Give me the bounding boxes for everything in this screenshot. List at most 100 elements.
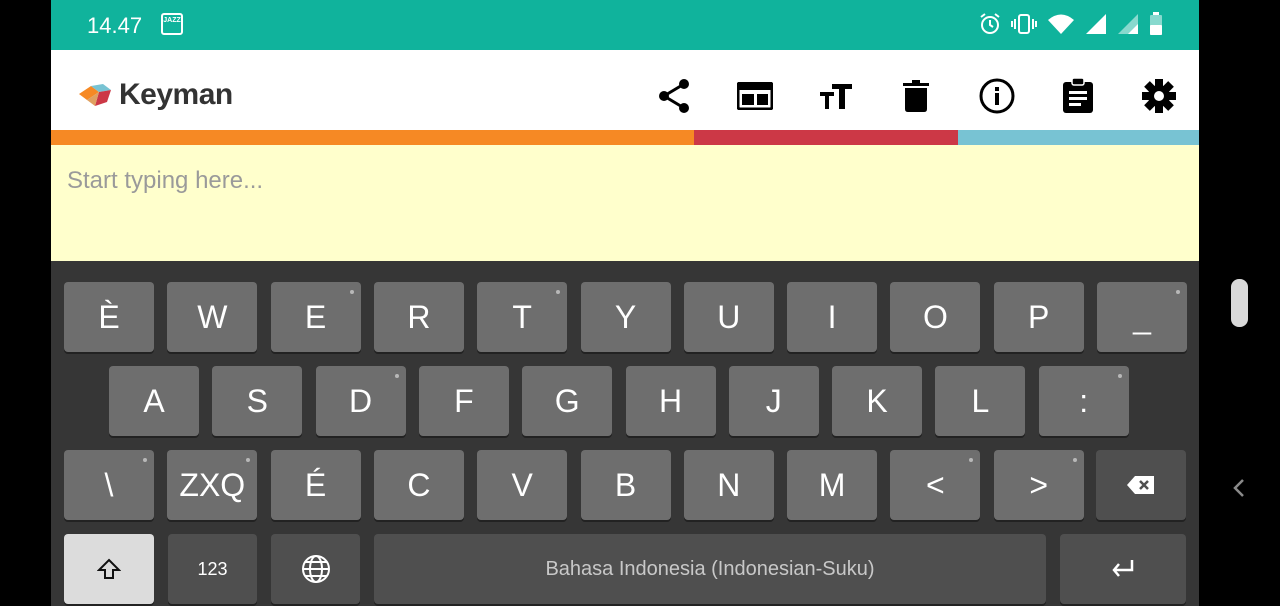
key-label: B [614, 466, 637, 503]
info-button[interactable] [977, 76, 1017, 116]
globe-key[interactable] [271, 534, 360, 604]
status-bar: 14.47 JAZZ [51, 0, 1199, 50]
long-press-indicator [349, 290, 354, 294]
key[interactable]: < [890, 450, 981, 520]
key[interactable]: P [993, 282, 1084, 352]
key-label: K [866, 382, 888, 419]
scroll-handle[interactable] [1231, 279, 1248, 327]
key-label: E [304, 298, 327, 335]
key-label: P [1028, 298, 1050, 335]
key-label: H [658, 382, 683, 419]
key-label: \ [104, 466, 114, 503]
key[interactable]: C [373, 450, 464, 520]
backspace-key[interactable] [1096, 450, 1186, 520]
key[interactable]: R [373, 282, 464, 352]
long-press-indicator [1117, 374, 1122, 378]
text-input-placeholder: Start typing here... [67, 167, 264, 194]
key[interactable]: H [625, 366, 716, 436]
settings-icon [1142, 79, 1176, 113]
chevron-left-icon[interactable] [1228, 474, 1252, 502]
shift-key[interactable] [64, 534, 154, 604]
share-button[interactable] [654, 76, 694, 116]
key[interactable]: M [787, 450, 878, 520]
key-label: R [407, 298, 431, 335]
web-browser-button[interactable] [735, 76, 775, 116]
long-press-indicator [1176, 290, 1180, 294]
key[interactable]: F [418, 366, 509, 436]
backspace-icon [1127, 476, 1154, 494]
long-press-indicator [246, 458, 251, 462]
key[interactable]: K [832, 366, 923, 436]
delete-icon [903, 80, 929, 112]
key-label: I [827, 298, 837, 335]
key-label: : [1079, 382, 1089, 419]
long-press-indicator [1072, 458, 1077, 462]
long-press-indicator [969, 458, 974, 462]
key[interactable]: T [477, 282, 568, 352]
wifi-icon [1048, 14, 1074, 34]
key[interactable]: N [683, 450, 774, 520]
battery-icon [1150, 12, 1162, 35]
app-screen: 14.47 JAZZ Keyman Start typing here... È… [51, 0, 1199, 606]
key[interactable]: O [890, 282, 981, 352]
key-label: D [349, 382, 373, 419]
enter-key[interactable] [1060, 534, 1186, 604]
key-label: > [1029, 466, 1049, 503]
clipboard-icon [1063, 78, 1093, 113]
numbers-key[interactable]: 123 [168, 534, 257, 604]
key[interactable]: V [477, 450, 568, 520]
vibrate-icon [1011, 14, 1037, 34]
accent-stripe-red [694, 130, 958, 145]
settings-button[interactable] [1139, 76, 1179, 116]
key-label: J [765, 382, 782, 419]
key[interactable]: _ [1097, 282, 1187, 352]
signal-icon [1086, 14, 1106, 34]
app-bar: Keyman [51, 50, 1199, 130]
accent-stripe-blue [958, 130, 1199, 145]
key-label: Y [614, 298, 637, 335]
key-label: F [454, 382, 474, 419]
key[interactable]: È [64, 282, 154, 352]
carrier-icon: JAZZ [161, 13, 183, 35]
key[interactable]: \ [64, 450, 154, 520]
key-label: O [922, 298, 948, 335]
key-label: W [197, 298, 228, 335]
enter-icon [1112, 560, 1134, 577]
clipboard-button[interactable] [1058, 76, 1098, 116]
shift-icon [97, 558, 121, 579]
alarm-icon [980, 13, 1000, 34]
key[interactable]: ZXQ [167, 450, 258, 520]
key[interactable]: E [270, 282, 361, 352]
key[interactable]: S [212, 366, 303, 436]
key[interactable]: U [683, 282, 774, 352]
key[interactable]: J [728, 366, 819, 436]
key[interactable]: Y [580, 282, 671, 352]
key[interactable]: > [993, 450, 1084, 520]
key[interactable]: W [167, 282, 258, 352]
key-label: < [926, 466, 945, 503]
key[interactable]: D [315, 366, 406, 436]
delete-button[interactable] [896, 76, 936, 116]
key-label: É [304, 466, 327, 503]
text-size-icon [820, 84, 852, 109]
key[interactable]: É [270, 450, 361, 520]
key[interactable]: A [109, 366, 199, 436]
key-label: S [246, 382, 268, 419]
key[interactable]: G [522, 366, 613, 436]
key[interactable]: L [935, 366, 1026, 436]
status-icons [979, 12, 1163, 36]
share-icon [659, 79, 689, 113]
text-input-area[interactable]: Start typing here... [51, 145, 1199, 261]
key-label: U [717, 298, 741, 335]
key-label: È [98, 298, 120, 335]
spacebar-key[interactable]: Bahasa Indonesia (Indonesian-Suku) [374, 534, 1046, 604]
key[interactable]: B [580, 450, 671, 520]
on-screen-keyboard: È W E R T Y U I O P _ ASDFGHJKL: \ ZXQ É C V B N M < > 123 … [51, 261, 1199, 606]
key[interactable]: I [787, 282, 878, 352]
key-label: A [143, 382, 165, 419]
accent-stripe-orange [51, 130, 694, 145]
long-press-indicator [556, 290, 561, 294]
text-size-button[interactable] [816, 76, 856, 116]
status-time: 14.47 [87, 13, 143, 38]
key[interactable]: : [1038, 366, 1129, 436]
